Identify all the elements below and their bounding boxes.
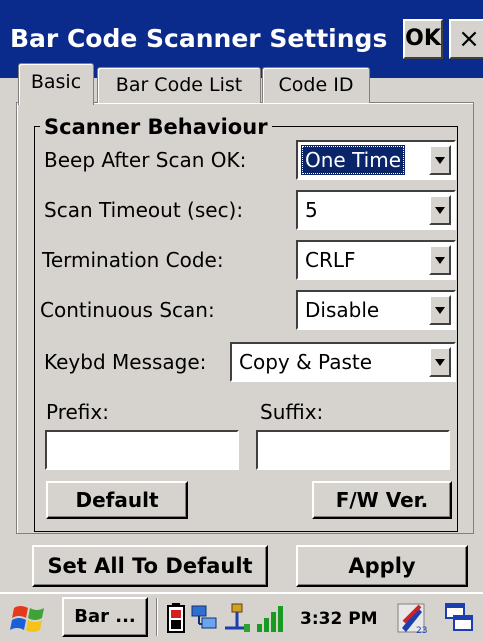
termination-value: CRLF bbox=[305, 248, 356, 272]
termination-label: Termination Code: bbox=[42, 248, 224, 272]
signal-strength-icon[interactable] bbox=[255, 602, 285, 634]
suffix-input[interactable] bbox=[256, 430, 450, 470]
fw-version-button[interactable]: F/W Ver. bbox=[312, 481, 452, 519]
window-title: Bar Code Scanner Settings bbox=[10, 24, 388, 53]
prefix-label: Prefix: bbox=[46, 400, 109, 424]
continuous-label: Continuous Scan: bbox=[40, 298, 215, 322]
tab-basic[interactable]: Basic bbox=[18, 63, 94, 105]
usb-icon[interactable] bbox=[222, 602, 252, 634]
timeout-label: Scan Timeout (sec): bbox=[44, 198, 244, 222]
taskbar-separator bbox=[156, 598, 158, 636]
keybd-label: Keybd Message: bbox=[44, 350, 207, 374]
timeout-value: 5 bbox=[305, 198, 318, 222]
default-button[interactable]: Default bbox=[46, 481, 188, 519]
beep-select[interactable]: One Time bbox=[296, 140, 456, 180]
tab-code-id[interactable]: Code ID bbox=[262, 67, 370, 103]
input-panel-icon[interactable]: 23 bbox=[396, 600, 430, 636]
chevron-down-icon[interactable] bbox=[429, 195, 451, 225]
ok-button[interactable]: OK bbox=[403, 19, 443, 59]
suffix-label: Suffix: bbox=[260, 400, 324, 424]
chevron-down-icon[interactable] bbox=[429, 245, 451, 275]
timeout-select[interactable]: 5 bbox=[296, 190, 456, 230]
chevron-down-icon[interactable] bbox=[429, 145, 451, 175]
chevron-down-icon[interactable] bbox=[429, 347, 451, 377]
svg-text:23: 23 bbox=[416, 626, 427, 636]
continuous-value: Disable bbox=[305, 298, 380, 322]
beep-value: One Time bbox=[301, 145, 406, 175]
network-icon[interactable] bbox=[190, 602, 220, 634]
set-all-to-default-button[interactable]: Set All To Default bbox=[32, 545, 268, 587]
termination-select[interactable]: CRLF bbox=[296, 240, 456, 280]
keybd-value: Copy & Paste bbox=[239, 350, 373, 374]
group-title: Scanner Behaviour bbox=[40, 113, 272, 141]
chevron-down-icon[interactable] bbox=[429, 295, 451, 325]
prefix-input[interactable] bbox=[45, 430, 239, 470]
close-button[interactable]: × bbox=[449, 19, 483, 59]
continuous-select[interactable]: Disable bbox=[296, 290, 456, 330]
apply-button[interactable]: Apply bbox=[296, 545, 468, 587]
clock[interactable]: 3:32 PM bbox=[300, 604, 378, 634]
taskbar-app-button[interactable]: Bar ... bbox=[62, 597, 148, 637]
tab-bar-code-list[interactable]: Bar Code List bbox=[97, 67, 261, 103]
keybd-select[interactable]: Copy & Paste bbox=[230, 342, 456, 382]
beep-label: Beep After Scan OK: bbox=[44, 148, 247, 172]
battery-icon[interactable] bbox=[166, 602, 186, 634]
windows-start-icon[interactable] bbox=[8, 600, 52, 636]
switch-window-icon[interactable] bbox=[442, 600, 478, 636]
